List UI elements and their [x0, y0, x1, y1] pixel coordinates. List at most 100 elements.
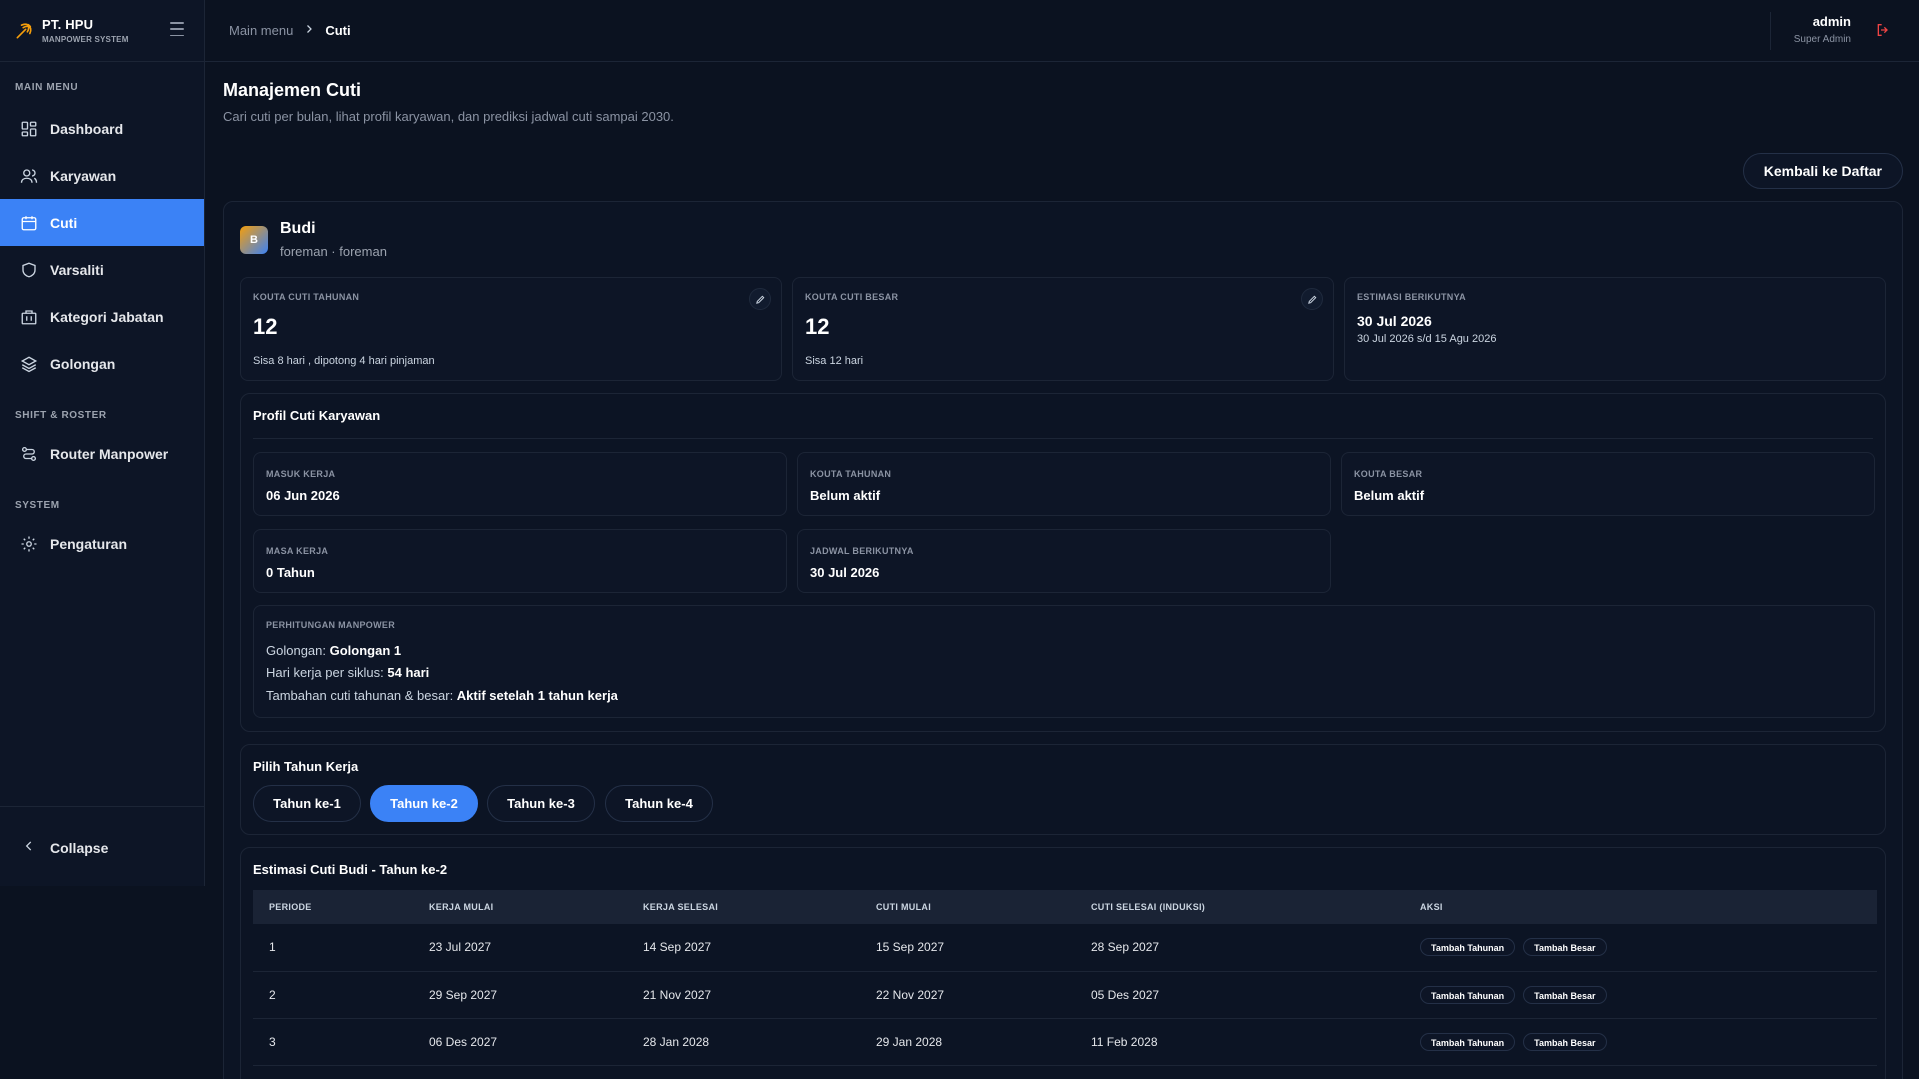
users-icon	[20, 167, 38, 185]
user-name: admin	[1812, 14, 1851, 29]
add-annual-button[interactable]: Tambah Tahunan	[1420, 1032, 1516, 1051]
collapse-label: Collapse	[50, 839, 109, 856]
next-estimate-range: 30 Jul 2026 s/d 15 Agu 2026	[1357, 333, 1497, 345]
collapse-button[interactable]: Collapse	[22, 839, 108, 856]
column-header: PERIODE	[253, 890, 413, 924]
breadcrumb-main-menu[interactable]: Main menu	[229, 23, 293, 38]
card-label: KOUTA CUTI BESAR	[805, 292, 899, 302]
column-header: CUTI SELESAI (INDUKSI)	[1075, 890, 1404, 924]
estimate-table: PERIODE KERJA MULAI KERJA SELESAI CUTI M…	[253, 890, 1877, 1066]
cell-aksi: Tambah Tahunan Tambah Besar	[1404, 1018, 1877, 1066]
back-to-list-button[interactable]: Kembali ke Daftar	[1742, 153, 1903, 189]
add-big-button[interactable]: Tambah Besar	[1523, 938, 1607, 957]
cell-cuti-selesai: 11 Feb 2028	[1075, 1018, 1404, 1066]
section-main-menu: MAIN MENU	[15, 82, 79, 93]
topbar: Main menu Cuti admin Super Admin	[205, 0, 1919, 62]
pencil-icon	[755, 295, 764, 304]
employee-header: B Budi foreman · foreman	[240, 220, 387, 259]
sidebar-item-kategori-jabatan[interactable]: Kategori Jabatan	[0, 293, 204, 340]
info-label: KOUTA BESAR	[1354, 469, 1423, 479]
card-label: KOUTA CUTI TAHUNAN	[253, 292, 360, 302]
sidebar-item-label: Cuti	[50, 214, 78, 231]
sidebar-item-karyawan[interactable]: Karyawan	[0, 152, 204, 199]
sidebar-item-router-manpower[interactable]: Router Manpower	[0, 430, 204, 477]
cell-kerja-selesai: 21 Nov 2027	[627, 971, 860, 1019]
next-estimate-card: ESTIMASI BERIKUTNYA 30 Jul 2026 30 Jul 2…	[1344, 277, 1886, 381]
brand-name: PT. HPU	[42, 17, 94, 32]
divider	[253, 438, 1873, 439]
year-picker-section: Pilih Tahun Kerja Tahun ke-1 Tahun ke-2 …	[240, 744, 1886, 835]
page-subtitle: Cari cuti per bulan, lihat profil karyaw…	[223, 109, 674, 124]
section-shift-roster: SHIFT & ROSTER	[15, 410, 107, 421]
logout-icon[interactable]	[1875, 22, 1891, 38]
column-header: AKSI	[1404, 890, 1877, 924]
add-annual-button[interactable]: Tambah Tahunan	[1420, 985, 1516, 1004]
year-option-1[interactable]: Tahun ke-1	[253, 785, 361, 822]
user-info: admin Super Admin	[1794, 14, 1851, 45]
year-option-2[interactable]: Tahun ke-2	[370, 785, 478, 822]
brand-subtitle: MANPOWER SYSTEM	[42, 35, 129, 44]
add-annual-button[interactable]: Tambah Tahunan	[1420, 938, 1516, 957]
layers-icon	[20, 355, 38, 373]
calc-label: PERHITUNGAN MANPOWER	[266, 620, 395, 630]
sidebar-item-label: Kategori Jabatan	[50, 308, 164, 325]
big-quota-card: KOUTA CUTI BESAR 12 Sisa 12 hari	[792, 277, 1334, 381]
menu-toggle-icon[interactable]	[170, 22, 184, 36]
next-estimate-date: 30 Jul 2026	[1357, 313, 1432, 329]
table-header-row: PERIODE KERJA MULAI KERJA SELESAI CUTI M…	[253, 890, 1877, 924]
chevron-right-icon	[303, 22, 315, 38]
building-icon	[20, 308, 38, 326]
cell-aksi: Tambah Tahunan Tambah Besar	[1404, 924, 1877, 972]
cell-periode: 3	[253, 1018, 413, 1066]
section-title: Profil Cuti Karyawan	[253, 408, 381, 423]
info-label: KOUTA TAHUNAN	[810, 469, 892, 479]
sidebar-item-varsaliti[interactable]: Varsaliti	[0, 246, 204, 293]
user-role: Super Admin	[1793, 34, 1851, 45]
pencil-icon	[1307, 295, 1316, 304]
year-option-4[interactable]: Tahun ke-4	[605, 785, 713, 822]
column-header: KERJA SELESAI	[627, 890, 860, 924]
edit-big-quota-button[interactable]	[1301, 288, 1323, 310]
sidebar-item-dashboard[interactable]: Dashboard	[0, 105, 204, 152]
employee-role: foreman · foreman	[280, 244, 387, 259]
info-value: 0 Tahun	[266, 565, 315, 580]
info-kouta-besar: KOUTA BESAR Belum aktif	[1341, 452, 1875, 516]
employee-name: Budi	[280, 220, 316, 237]
info-masa-kerja: MASA KERJA 0 Tahun	[253, 529, 787, 593]
cell-cuti-selesai: 28 Sep 2027	[1075, 924, 1404, 972]
add-big-button[interactable]: Tambah Besar	[1523, 985, 1607, 1004]
calc-line-golongan: Golongan: Golongan 1	[266, 643, 402, 658]
cell-kerja-selesai: 28 Jan 2028	[627, 1018, 860, 1066]
column-header: CUTI MULAI	[860, 890, 1075, 924]
add-big-button[interactable]: Tambah Besar	[1523, 1032, 1607, 1051]
sidebar: PT. HPU MANPOWER SYSTEM MAIN MENU Dashbo…	[0, 0, 205, 886]
info-jadwal-berikutnya: JADWAL BERIKUTNYA 30 Jul 2026	[797, 529, 1331, 593]
sidebar-item-pengaturan[interactable]: Pengaturan	[0, 520, 204, 567]
sidebar-item-cuti[interactable]: Cuti	[0, 199, 204, 246]
table-row: 2 29 Sep 2027 21 Nov 2027 22 Nov 2027 05…	[253, 971, 1877, 1019]
page-title: Manajemen Cuti	[223, 80, 362, 100]
avatar: B	[240, 225, 268, 254]
year-option-3[interactable]: Tahun ke-3	[487, 785, 595, 822]
table-row: 1 23 Jul 2027 14 Sep 2027 15 Sep 2027 28…	[253, 924, 1877, 972]
cell-aksi: Tambah Tahunan Tambah Besar	[1404, 971, 1877, 1019]
sidebar-item-label: Golongan	[50, 355, 116, 372]
card-label: ESTIMASI BERIKUTNYA	[1357, 292, 1466, 302]
cell-periode: 1	[253, 924, 413, 972]
cell-kerja-mulai: 23 Jul 2027	[413, 924, 627, 972]
calc-line-tambahan: Tambahan cuti tahunan & besar: Aktif set…	[266, 688, 618, 703]
section-title: Estimasi Cuti Budi - Tahun ke-2	[253, 862, 448, 877]
breadcrumb-current: Cuti	[325, 22, 351, 38]
edit-annual-quota-button[interactable]	[749, 288, 771, 310]
calendar-icon	[20, 214, 38, 232]
column-header: KERJA MULAI	[413, 890, 627, 924]
cell-cuti-mulai: 29 Jan 2028	[860, 1018, 1075, 1066]
section-system: SYSTEM	[15, 500, 60, 511]
sidebar-item-golongan[interactable]: Golongan	[0, 340, 204, 387]
dashboard-icon	[20, 120, 38, 138]
chevron-left-icon	[22, 839, 36, 856]
cell-cuti-selesai: 05 Des 2027	[1075, 971, 1404, 1019]
leave-profile-section: Profil Cuti Karyawan MASUK KERJA 06 Jun …	[240, 393, 1886, 732]
info-label: JADWAL BERIKUTNYA	[810, 546, 914, 556]
info-label: MASA KERJA	[266, 546, 329, 556]
